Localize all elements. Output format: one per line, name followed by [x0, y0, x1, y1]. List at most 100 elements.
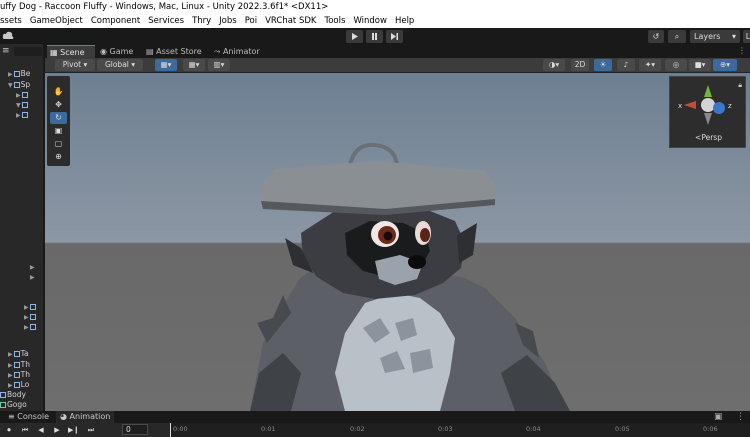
hierarchy-row[interactable]: ▶ Ta — [0, 349, 44, 359]
layout-dropdown[interactable]: L — [743, 30, 750, 43]
audio-toggle-icon[interactable]: ♪ — [617, 59, 635, 71]
ruler-label: 0:04 — [526, 425, 541, 433]
cube-icon — [13, 362, 20, 368]
menu-vrchat-sdk[interactable]: VRChat SDK — [261, 14, 320, 28]
hand-tool-icon[interactable]: ✋ — [50, 86, 67, 98]
hierarchy-row[interactable]: ▶ — [0, 90, 44, 100]
hierarchy-row[interactable]: ▼ — [0, 100, 44, 110]
tab-console[interactable]: ≡ Console — [4, 411, 53, 423]
expand-arrow-icon[interactable]: ▶ — [24, 314, 29, 321]
camera-dropdown[interactable]: ■▾ — [689, 59, 711, 71]
menu-window[interactable]: Window — [349, 14, 391, 28]
timeline-ruler[interactable]: 0:00 0:01 0:02 0:03 0:04 0:05 0:06 — [170, 423, 750, 437]
layers-dropdown[interactable]: Layers ▾ — [690, 30, 740, 43]
lock-icon[interactable]: ▣ — [714, 412, 723, 422]
hierarchy-row[interactable]: ▶ — [0, 272, 44, 282]
move-tool-icon[interactable]: ✥ — [50, 99, 67, 111]
expand-arrow-icon[interactable]: ▶ — [8, 351, 13, 358]
expand-arrow-icon[interactable]: ▶ — [16, 112, 21, 119]
step-button[interactable] — [386, 30, 403, 43]
collapse-arrow-icon[interactable]: ▼ — [8, 82, 13, 89]
tab-game[interactable]: ◉ Game — [97, 45, 143, 58]
menu-services[interactable]: Services — [144, 14, 188, 28]
effects-dropdown[interactable]: ✦▾ — [639, 59, 661, 71]
tab-scene[interactable]: ▦ Scene — [47, 45, 95, 58]
expand-arrow-icon[interactable]: ▶ — [16, 92, 21, 99]
hierarchy-row[interactable]: ▶ — [0, 322, 44, 332]
expand-arrow-icon[interactable]: ▶ — [24, 304, 29, 311]
menu-gameobject[interactable]: GameObject — [26, 14, 87, 28]
hierarchy-row[interactable]: Body — [0, 390, 44, 400]
tab-animator[interactable]: ⤳ Animator — [211, 45, 267, 58]
prev-frame-icon[interactable]: ◀ — [36, 425, 46, 435]
expand-arrow-icon[interactable]: ▶ — [8, 382, 13, 389]
next-frame-icon[interactable]: ▶❙ — [68, 425, 79, 435]
scene-viewport[interactable] — [45, 73, 750, 411]
grid-snap-icon[interactable]: ▦▾ — [155, 59, 177, 71]
toggle-2d-button[interactable]: 2D — [571, 59, 589, 71]
frame-field[interactable]: 0 — [122, 424, 148, 435]
scale-tool-icon[interactable]: ▣ — [50, 125, 67, 137]
more-options-icon[interactable]: ⋮ — [738, 46, 746, 55]
lighting-toggle-icon[interactable]: ☀ — [594, 59, 612, 71]
visibility-toggle-icon[interactable]: ◎ — [665, 59, 687, 71]
tab-asset-store[interactable]: ▤ Asset Store — [143, 45, 209, 58]
menu-assets[interactable]: ssets — [0, 14, 26, 28]
shading-mode-dropdown[interactable]: ◑▾ — [543, 59, 565, 71]
last-frame-icon[interactable]: ⏭ — [86, 425, 96, 435]
play-icon[interactable]: ▶ — [52, 425, 62, 435]
expand-arrow-icon[interactable]: ▶ — [30, 274, 35, 281]
pivot-label: Pivot — [62, 60, 82, 69]
hierarchy-row[interactable]: ▶ — [0, 312, 44, 322]
record-icon[interactable]: ⏺ — [4, 425, 14, 435]
hierarchy-row[interactable]: Gogo — [0, 400, 44, 410]
expand-arrow-icon[interactable]: ▶ — [8, 71, 13, 78]
cube-icon — [13, 351, 20, 357]
expand-arrow-icon[interactable]: ▶ — [30, 264, 35, 271]
search-field[interactable] — [14, 47, 42, 56]
history-icon[interactable]: ↺ — [648, 30, 664, 43]
incremental-snap-icon[interactable]: ▥▾ — [208, 59, 230, 71]
rect-tool-icon[interactable]: ▢ — [50, 138, 67, 150]
expand-arrow-icon[interactable]: ▶ — [24, 324, 29, 331]
hierarchy-row[interactable]: ▶ Lo — [0, 380, 44, 390]
hierarchy-row[interactable]: ▶ Be — [0, 69, 44, 79]
add-icon[interactable]: ≡ — [2, 46, 10, 56]
menu-thry[interactable]: Thry — [188, 14, 215, 28]
menu-poi[interactable]: Poi — [241, 14, 261, 28]
transform-tool-icon[interactable]: ⊕ — [50, 151, 67, 163]
play-button[interactable] — [346, 30, 363, 43]
svg-text:x: x — [678, 102, 682, 110]
lock-icon[interactable]: 🔒︎ — [738, 81, 742, 90]
rotate-tool-icon[interactable]: ↻ — [50, 112, 67, 124]
menu-jobs[interactable]: Jobs — [215, 14, 241, 28]
expand-arrow-icon[interactable]: ▶ — [8, 372, 13, 379]
more-options-icon[interactable]: ⋮ — [736, 412, 745, 422]
tab-animation[interactable]: ◕ Animation — [56, 411, 115, 423]
cube-icon — [0, 402, 6, 408]
hierarchy-row[interactable]: ▼ Sp — [0, 80, 44, 90]
hierarchy-row[interactable]: ▶ — [0, 302, 44, 312]
hierarchy-row[interactable]: ▶ — [0, 110, 44, 120]
gizmos-dropdown[interactable]: ⊕▾ — [713, 59, 737, 71]
persp-label[interactable]: <Persp — [670, 133, 747, 142]
menu-help[interactable]: Help — [391, 14, 418, 28]
hierarchy-row[interactable]: ▶ — [0, 262, 44, 272]
snap-increment-icon[interactable]: ▦▾ — [183, 59, 205, 71]
pivot-dropdown[interactable]: Pivot ▾ — [55, 59, 95, 71]
hierarchy-row[interactable]: ▶ Th — [0, 370, 44, 380]
cloud-icon[interactable] — [2, 31, 14, 40]
nose — [408, 255, 426, 269]
collapse-arrow-icon[interactable]: ▼ — [16, 102, 21, 109]
expand-arrow-icon[interactable]: ▶ — [8, 362, 13, 369]
playhead[interactable] — [170, 423, 171, 437]
orientation-gizmo[interactable]: x z 🔒︎ <Persp — [669, 76, 746, 148]
menu-component[interactable]: Component — [87, 14, 144, 28]
global-dropdown[interactable]: Global ▾ — [97, 59, 143, 71]
hierarchy-row[interactable]: ▶ Th — [0, 360, 44, 370]
search-icon[interactable]: ⌕ — [668, 30, 686, 43]
first-frame-icon[interactable]: ⏮ — [20, 425, 30, 435]
axis-gizmo-icon: x z — [678, 85, 732, 125]
menu-tools[interactable]: Tools — [320, 14, 349, 28]
pause-button[interactable] — [366, 30, 383, 43]
